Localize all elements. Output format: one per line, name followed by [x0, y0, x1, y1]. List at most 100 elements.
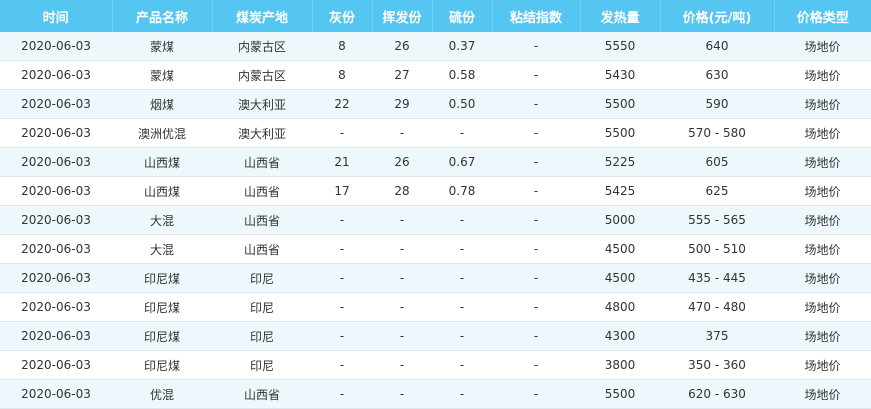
product-cell: 澳洲优混 — [112, 118, 212, 148]
date-cell: 2020-06-03 — [0, 147, 112, 177]
table-row[interactable]: 2020-06-03 澳洲优混 澳大利亚 - - - -5500 570 - 580 场地价 — [0, 118, 871, 148]
origin-cell: 印尼 — [212, 350, 312, 380]
column-header-sulfur[interactable]: 硫份 — [432, 0, 493, 32]
caking-index-cell: - — [492, 89, 580, 119]
table-row[interactable]: 2020-06-03 蒙煤 内蒙古区 8 27 0.58-5430 630 场地价 — [0, 60, 871, 90]
ash-cell: - — [312, 292, 372, 322]
sulfur-cell: 0.58 — [432, 60, 492, 90]
origin-cell: 印尼 — [212, 321, 312, 351]
table-row[interactable]: 2020-06-03 印尼煤 印尼 - - - -4800 470 - 480 场地价 — [0, 292, 871, 322]
column-header-date[interactable]: 时间 — [0, 0, 113, 32]
table-row[interactable]: 2020-06-03 烟煤 澳大利亚 22 29 0.50-5500 590 场地价 — [0, 89, 871, 119]
sulfur-cell: - — [432, 118, 492, 148]
price-type-cell: 场地价 — [774, 32, 871, 61]
origin-cell: 山西省 — [212, 147, 312, 177]
table-row[interactable]: 2020-06-03 大混 山西省 - - - -4500 500 - 510 场地价 — [0, 234, 871, 264]
ash-cell: - — [312, 350, 372, 380]
date-cell: 2020-06-03 — [0, 32, 112, 61]
price-type-cell: 场地价 — [774, 263, 871, 293]
product-cell: 印尼煤 — [112, 350, 212, 380]
price-type-cell: 场地价 — [774, 118, 871, 148]
sulfur-cell: 0.50 — [432, 89, 492, 119]
price-type-cell: 场地价 — [774, 350, 871, 380]
table-row[interactable]: 2020-06-03 山西煤 山西省 17 28 0.78-5425 625 场地价 — [0, 176, 871, 206]
caking-index-cell: - — [492, 379, 580, 409]
price-cell: 605 — [660, 147, 774, 177]
ash-cell: - — [312, 234, 372, 264]
date-cell: 2020-06-03 — [0, 118, 112, 148]
caking-index-cell: - — [492, 147, 580, 177]
caking-index-cell: - — [492, 263, 580, 293]
volatile-cell: 27 — [372, 60, 432, 90]
volatile-cell: - — [372, 350, 432, 380]
product-cell: 印尼煤 — [112, 263, 212, 293]
ash-cell: - — [312, 205, 372, 235]
column-header-calorific[interactable]: 发热量 — [580, 0, 661, 32]
column-header-origin[interactable]: 煤炭产地 — [212, 0, 313, 32]
price-type-cell: 场地价 — [774, 321, 871, 351]
column-header-ash[interactable]: 灰份 — [312, 0, 373, 32]
product-cell: 烟煤 — [112, 89, 212, 119]
column-header-price-type[interactable]: 价格类型 — [774, 0, 871, 32]
product-cell: 优混 — [112, 379, 212, 409]
price-cell: 435 - 445 — [660, 263, 774, 293]
volatile-cell: - — [372, 292, 432, 322]
origin-cell: 澳大利亚 — [212, 118, 312, 148]
caking-index-cell: - — [492, 292, 580, 322]
table-row[interactable]: 2020-06-03 山西煤 山西省 21 26 0.67-5225 605 场地价 — [0, 147, 871, 177]
date-cell: 2020-06-03 — [0, 292, 112, 322]
product-cell: 蒙煤 — [112, 60, 212, 90]
price-type-cell: 场地价 — [774, 60, 871, 90]
sulfur-cell: - — [432, 263, 492, 293]
volatile-cell: - — [372, 263, 432, 293]
calorific-cell: 5500 — [580, 118, 660, 148]
table-row[interactable]: 2020-06-03 优混 山西省 - - - -5500 620 - 630 场地价 — [0, 379, 871, 409]
calorific-cell: 4500 — [580, 263, 660, 293]
column-header-caking-index[interactable]: 粘结指数 — [492, 0, 581, 32]
calorific-cell: 5430 — [580, 60, 660, 90]
volatile-cell: 29 — [372, 89, 432, 119]
origin-cell: 山西省 — [212, 205, 312, 235]
date-cell: 2020-06-03 — [0, 263, 112, 293]
ash-cell: 21 — [312, 147, 372, 177]
product-cell: 山西煤 — [112, 176, 212, 206]
table-row[interactable]: 2020-06-03 印尼煤 印尼 - - - -4300 375 场地价 — [0, 321, 871, 351]
calorific-cell: 5425 — [580, 176, 660, 206]
origin-cell: 山西省 — [212, 176, 312, 206]
column-header-volatile[interactable]: 挥发份 — [372, 0, 433, 32]
column-header-price[interactable]: 价格(元/吨) — [660, 0, 775, 32]
date-cell: 2020-06-03 — [0, 89, 112, 119]
calorific-cell: 5500 — [580, 379, 660, 409]
volatile-cell: - — [372, 321, 432, 351]
calorific-cell: 4800 — [580, 292, 660, 322]
price-cell: 590 — [660, 89, 774, 119]
sulfur-cell: 0.67 — [432, 147, 492, 177]
sulfur-cell: - — [432, 205, 492, 235]
date-cell: 2020-06-03 — [0, 234, 112, 264]
ash-cell: 17 — [312, 176, 372, 206]
origin-cell: 山西省 — [212, 379, 312, 409]
volatile-cell: - — [372, 205, 432, 235]
date-cell: 2020-06-03 — [0, 379, 112, 409]
table-header-row: 时间 产品名称 煤炭产地 灰份 挥发份 硫份 粘结指数 发热量 价格(元/吨) … — [0, 0, 871, 32]
price-type-cell: 场地价 — [774, 176, 871, 206]
table-row[interactable]: 2020-06-03 印尼煤 印尼 - - - -4500 435 - 445 场地价 — [0, 263, 871, 293]
product-cell: 大混 — [112, 205, 212, 235]
price-cell: 375 — [660, 321, 774, 351]
volatile-cell: - — [372, 118, 432, 148]
calorific-cell: 5550 — [580, 32, 660, 61]
price-cell: 640 — [660, 32, 774, 61]
ash-cell: - — [312, 263, 372, 293]
column-header-product[interactable]: 产品名称 — [112, 0, 213, 32]
calorific-cell: 5500 — [580, 89, 660, 119]
ash-cell: - — [312, 118, 372, 148]
volatile-cell: 28 — [372, 176, 432, 206]
sulfur-cell: - — [432, 321, 492, 351]
caking-index-cell: - — [492, 118, 580, 148]
table-row[interactable]: 2020-06-03 蒙煤 内蒙古区 8 26 0.37-5550 640 场地价 — [0, 32, 871, 61]
sulfur-cell: - — [432, 234, 492, 264]
ash-cell: - — [312, 379, 372, 409]
table-row[interactable]: 2020-06-03 大混 山西省 - - - -5000 555 - 565 场地价 — [0, 205, 871, 235]
date-cell: 2020-06-03 — [0, 321, 112, 351]
table-row[interactable]: 2020-06-03 印尼煤 印尼 - - - -3800 350 - 360 场地价 — [0, 350, 871, 380]
